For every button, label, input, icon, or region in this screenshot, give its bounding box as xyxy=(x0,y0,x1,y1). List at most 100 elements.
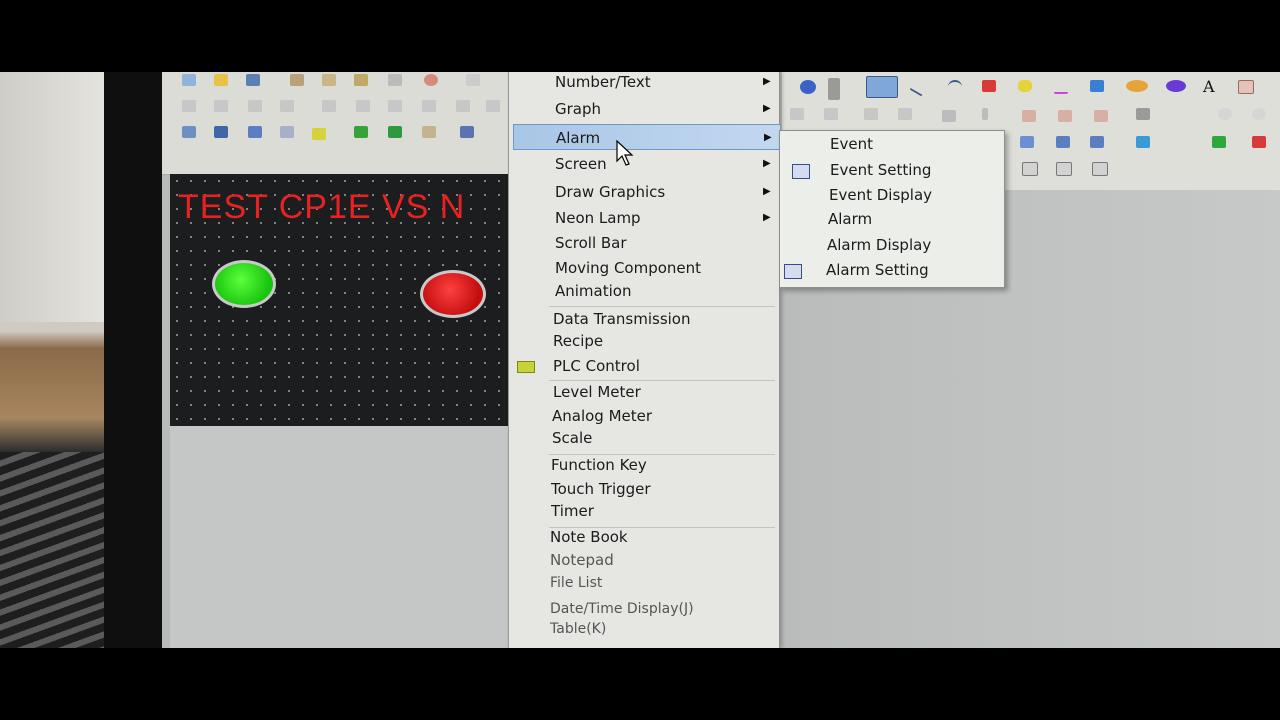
menu-item-function-key[interactable]: Function Key xyxy=(509,452,779,478)
clock-icon[interactable] xyxy=(1252,108,1266,120)
menu-item-number-text[interactable]: Number/Text ▶ xyxy=(509,72,779,95)
help-icon[interactable] xyxy=(800,80,816,94)
menu-item-recipe[interactable]: Recipe xyxy=(509,328,779,354)
same-width-icon[interactable] xyxy=(456,100,470,112)
transfer-icon[interactable] xyxy=(1136,136,1150,148)
submenu-item-alarm[interactable]: Alarm xyxy=(780,207,1004,232)
align-right-icon[interactable] xyxy=(214,100,228,112)
submenu-item-event-display[interactable]: Event Display xyxy=(780,183,1004,208)
menu-item-label: Alarm xyxy=(556,129,601,147)
flip-h-icon[interactable] xyxy=(1022,110,1036,122)
menu-item-graph[interactable]: Graph ▶ xyxy=(509,96,779,122)
event-setting-icon xyxy=(792,164,810,179)
menu-item-animation[interactable]: Animation xyxy=(509,278,779,304)
window-icon[interactable] xyxy=(1020,136,1034,148)
cut-icon[interactable] xyxy=(290,74,304,86)
green-lamp[interactable] xyxy=(212,260,276,308)
align-center-icon[interactable] xyxy=(322,100,336,112)
menu-item-scroll-bar[interactable]: Scroll Bar xyxy=(509,230,779,256)
submenu-item-alarm-setting[interactable]: Alarm Setting xyxy=(780,258,1004,283)
rectangle-tool-icon[interactable] xyxy=(982,80,996,92)
copy-icon[interactable] xyxy=(322,74,336,86)
menu-item-table[interactable]: Table(K) xyxy=(509,616,779,642)
wave-icon[interactable] xyxy=(1092,162,1108,176)
save-icon[interactable] xyxy=(246,74,260,86)
line-tool-icon[interactable] xyxy=(909,77,929,97)
sector-tool-icon[interactable] xyxy=(1166,80,1186,92)
sound-icon[interactable] xyxy=(422,126,436,138)
submenu-item-label: Event xyxy=(830,135,873,153)
menu-item-timer[interactable]: Timer xyxy=(509,498,779,524)
ascii-display-icon[interactable] xyxy=(248,126,262,138)
print-icon[interactable] xyxy=(1136,108,1150,120)
menu-item-alarm[interactable]: Alarm ▶ xyxy=(513,124,781,150)
distribute-v-icon[interactable] xyxy=(422,100,436,112)
menu-item-plc-control[interactable]: PLC Control xyxy=(509,353,779,379)
send-back-icon[interactable] xyxy=(982,108,988,120)
trend-graph-icon[interactable] xyxy=(388,126,402,138)
text-tool-icon[interactable]: A xyxy=(1202,77,1216,96)
align-top-icon[interactable] xyxy=(248,100,262,112)
monitor-screen: TEST CP1E VS N A Number/Text ▶ Graph ▶ A… xyxy=(162,72,1280,648)
open-folder-icon[interactable] xyxy=(214,74,228,86)
add-screen-icon[interactable] xyxy=(1212,136,1226,148)
duplicate-icon[interactable] xyxy=(388,74,402,86)
room-background xyxy=(0,72,120,648)
workspace-left xyxy=(170,426,508,648)
space-h-icon[interactable] xyxy=(864,108,878,120)
menu-item-scale[interactable]: Scale xyxy=(509,425,779,451)
same-height-icon[interactable] xyxy=(486,100,500,112)
submenu-item-event[interactable]: Event xyxy=(780,132,1004,157)
font-icon[interactable] xyxy=(1022,162,1038,176)
message-icon[interactable] xyxy=(460,126,474,138)
menu-item-level-meter[interactable]: Level Meter xyxy=(509,379,779,405)
toolbar-left xyxy=(162,72,508,175)
numeric-input-icon[interactable] xyxy=(214,126,228,138)
pointer-tool-icon[interactable] xyxy=(866,76,898,98)
screen-object-icon[interactable] xyxy=(1090,136,1104,148)
plc-control-icon[interactable] xyxy=(312,128,326,140)
undo-icon[interactable] xyxy=(466,74,480,86)
ungroup-icon[interactable] xyxy=(824,108,838,120)
info-icon[interactable] xyxy=(1218,108,1232,120)
wall xyxy=(0,72,110,322)
align-bottom-icon[interactable] xyxy=(280,100,294,112)
menu-item-file-list[interactable]: File List xyxy=(509,570,779,596)
ellipse-tool-icon[interactable] xyxy=(1126,80,1148,92)
paste-icon[interactable] xyxy=(354,74,368,86)
align-left-icon[interactable] xyxy=(182,100,196,112)
bring-front-icon[interactable] xyxy=(942,110,956,122)
scroll-handle-icon[interactable] xyxy=(828,78,840,100)
menu-item-label: Screen xyxy=(555,155,607,173)
arc-tool-icon[interactable] xyxy=(948,80,962,94)
align-middle-icon[interactable] xyxy=(356,100,370,112)
text-style-icon[interactable] xyxy=(1056,162,1072,176)
red-lamp[interactable] xyxy=(420,270,486,318)
image-tool-icon[interactable] xyxy=(1238,80,1254,94)
frame-icon[interactable] xyxy=(1056,136,1070,148)
space-v-icon[interactable] xyxy=(898,108,912,120)
remove-screen-icon[interactable] xyxy=(1252,136,1266,148)
bar-graph-icon[interactable] xyxy=(354,126,368,138)
group-icon[interactable] xyxy=(790,108,804,120)
polygon-tool-icon[interactable] xyxy=(1090,80,1104,92)
submenu-item-alarm-display[interactable]: Alarm Display xyxy=(780,233,1004,258)
new-file-icon[interactable] xyxy=(182,74,196,86)
polyline-tool-icon[interactable] xyxy=(1054,80,1068,94)
menu-item-label: File List xyxy=(550,575,603,591)
menu-item-screen[interactable]: Screen ▶ xyxy=(509,151,779,177)
numeric-display-icon[interactable] xyxy=(182,126,196,138)
canvas-title-text[interactable]: TEST CP1E VS N xyxy=(178,188,465,227)
menu-item-draw-graphics[interactable]: Draw Graphics ▶ xyxy=(509,179,779,205)
distribute-h-icon[interactable] xyxy=(388,100,402,112)
ascii-input-icon[interactable] xyxy=(280,126,294,138)
flip-v-icon[interactable] xyxy=(1058,110,1072,122)
rotate-icon[interactable] xyxy=(1094,110,1108,122)
submenu-item-label: Event Display xyxy=(829,186,933,204)
submenu-item-event-setting[interactable]: Event Setting xyxy=(780,158,1004,183)
menu-item-neon-lamp[interactable]: Neon Lamp ▶ xyxy=(509,205,779,231)
rounded-rect-tool-icon[interactable] xyxy=(1018,80,1032,92)
alarm-setting-icon xyxy=(784,264,802,279)
design-canvas[interactable]: TEST CP1E VS N xyxy=(170,174,508,426)
delete-icon[interactable] xyxy=(424,74,438,86)
